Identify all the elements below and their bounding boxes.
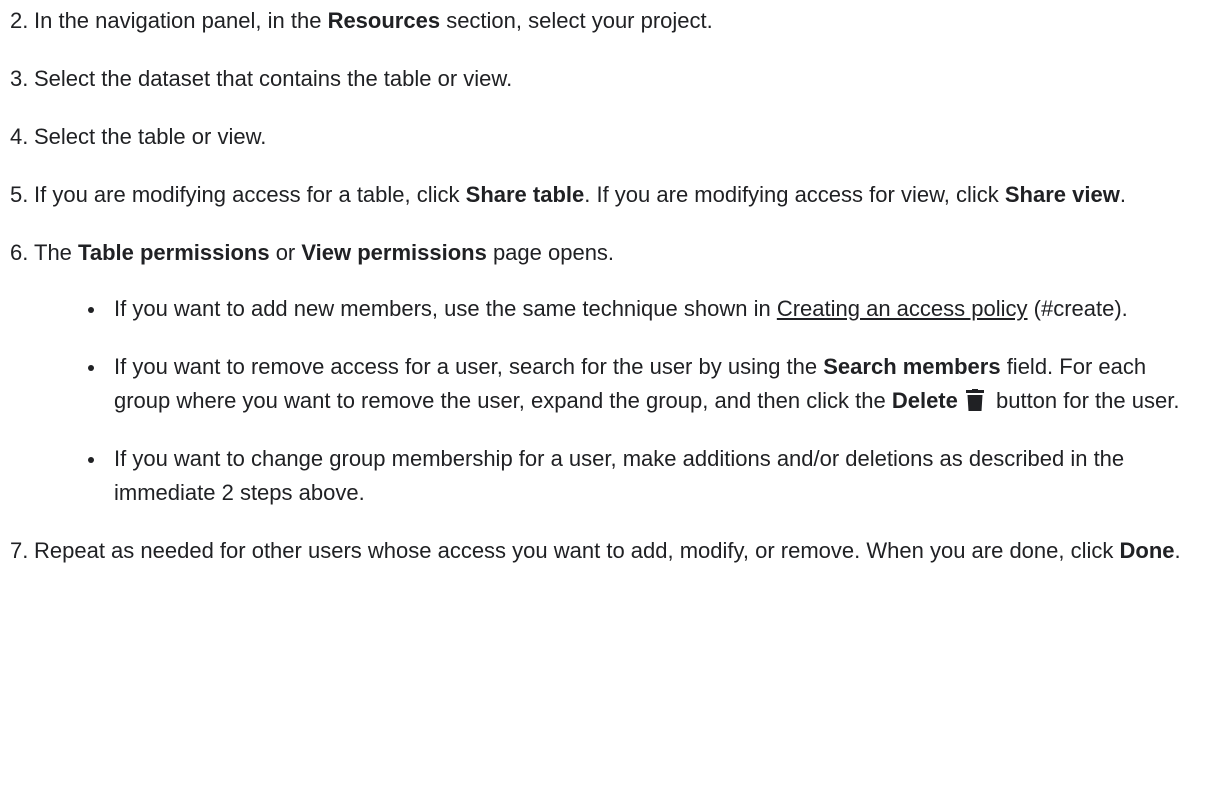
step-text-part: Repeat as needed for other users whose a… xyxy=(34,538,1120,563)
sub-step-text-part: button for the user. xyxy=(989,388,1180,413)
step-2: 2. In the navigation panel, in the Resou… xyxy=(10,4,1213,38)
step-text: Select the dataset that contains the tab… xyxy=(34,66,513,91)
sub-step-text: If you want to add new members, use the … xyxy=(114,292,1203,326)
step-text-part: . xyxy=(1119,182,1126,207)
ui-term-search-members: Search members xyxy=(823,354,1001,379)
creating-access-policy-link[interactable]: Creating an access policy xyxy=(777,296,1028,321)
step-5: 5. If you are modifying access for a tab… xyxy=(10,178,1213,212)
step-text-part: or xyxy=(269,240,302,265)
step-number: 4. xyxy=(10,124,29,149)
sub-step-text: If you want to remove access for a user,… xyxy=(114,350,1203,418)
step-text-part: If you are modifying access for a table,… xyxy=(34,182,466,207)
step-3: 3. Select the dataset that contains the … xyxy=(10,62,1213,96)
step-text: Select the table or view. xyxy=(34,124,267,149)
step-text-part: In the navigation panel, in the xyxy=(34,8,328,33)
ui-term-view-permissions: View permissions xyxy=(301,240,487,265)
step-number: 7. xyxy=(10,538,29,563)
step-7: 7. Repeat as needed for other users whos… xyxy=(10,534,1213,568)
ui-term-share-view: Share view xyxy=(1004,182,1120,207)
sub-step-add-members: If you want to add new members, use the … xyxy=(82,292,1203,326)
step-6: 6. The Table permissions or View permiss… xyxy=(10,236,1213,510)
ui-term-share-table: Share table xyxy=(465,182,585,207)
document-body: 2. In the navigation panel, in the Resou… xyxy=(0,0,1213,568)
step-text-part: . If you are modifying access for view, … xyxy=(584,182,1005,207)
step-text-part: . xyxy=(1174,538,1181,563)
ui-term-delete: Delete xyxy=(891,388,958,413)
step-4: 4. Select the table or view. xyxy=(10,120,1213,154)
step-number: 2. xyxy=(10,8,29,33)
step-text-part: The xyxy=(34,240,79,265)
step-text: The Table permissions or View permission… xyxy=(34,236,1203,270)
bullet xyxy=(82,442,114,510)
sub-step-list: If you want to add new members, use the … xyxy=(34,292,1203,510)
bullet xyxy=(82,350,114,418)
step-number: 6. xyxy=(10,240,29,265)
sub-step-remove-access: If you want to remove access for a user,… xyxy=(82,350,1203,418)
step-text: If you are modifying access for a table,… xyxy=(34,178,1213,212)
trash-icon xyxy=(965,389,984,411)
bullet xyxy=(82,292,114,326)
ui-term-done: Done xyxy=(1119,538,1175,563)
sub-step-text-part: If you want to remove access for a user,… xyxy=(114,354,824,379)
ui-term-table-permissions: Table permissions xyxy=(78,240,270,265)
step-content: The Table permissions or View permission… xyxy=(34,236,1213,510)
step-text-part: page opens. xyxy=(486,240,615,265)
step-number: 5. xyxy=(10,182,29,207)
step-number: 3. xyxy=(10,66,29,91)
ui-term-resources: Resources xyxy=(327,8,441,33)
sub-step-text-part: If you want to add new members, use the … xyxy=(114,296,777,321)
step-text: In the navigation panel, in the Resource… xyxy=(34,4,1213,38)
sub-step-text: If you want to change group membership f… xyxy=(114,446,1125,505)
sub-step-text-part: (#create). xyxy=(1027,296,1128,321)
step-text-part: section, select your project. xyxy=(440,8,713,33)
step-text: Repeat as needed for other users whose a… xyxy=(34,534,1213,568)
sub-step-change-membership: If you want to change group membership f… xyxy=(82,442,1203,510)
